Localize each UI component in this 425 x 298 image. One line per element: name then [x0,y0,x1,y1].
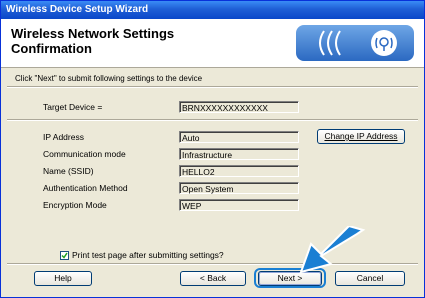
ip-address-label: IP Address [43,132,84,142]
authentication-method-field: Open System [179,182,299,194]
divider [7,119,418,121]
encryption-mode-label: Encryption Mode [43,200,107,210]
help-label: Help [54,273,72,283]
window-title: Wireless Device Setup Wizard [6,4,149,15]
pointer-arrow-icon [299,226,366,274]
ssid-field: HELLO2 [179,165,299,177]
help-button[interactable]: Help [34,271,92,286]
wizard-header: Wireless Network Settings Confirmation [1,19,424,68]
change-ip-address-label: Change IP Address [324,131,398,141]
instruction-text: Click "Next" to submit following setting… [15,74,203,83]
back-label: < Back [199,273,227,283]
encryption-mode-field: WEP [179,199,299,211]
divider [7,86,418,88]
back-button[interactable]: < Back [180,271,246,286]
check-icon [61,252,68,259]
communication-mode-label: Communication mode [43,149,126,159]
page-title: Wireless Network Settings Confirmation [11,26,175,56]
target-device-field: BRNXXXXXXXXXXXX [179,101,299,113]
change-ip-address-button[interactable]: Change IP Address [317,129,405,144]
target-device-label: Target Device = [43,102,103,112]
ip-address-field: Auto [179,131,299,143]
wizard-window: Wireless Device Setup Wizard Wireless Ne… [0,0,425,298]
communication-mode-field: Infrastructure [179,148,299,160]
print-test-page-checkbox[interactable] [60,251,69,260]
authentication-method-label: Authentication Method [43,183,128,193]
ssid-label: Name (SSID) [43,166,94,176]
title-bar: Wireless Device Setup Wizard [1,1,424,19]
print-test-page-label: Print test page after submitting setting… [72,250,224,260]
wireless-signal-icon [296,25,414,61]
